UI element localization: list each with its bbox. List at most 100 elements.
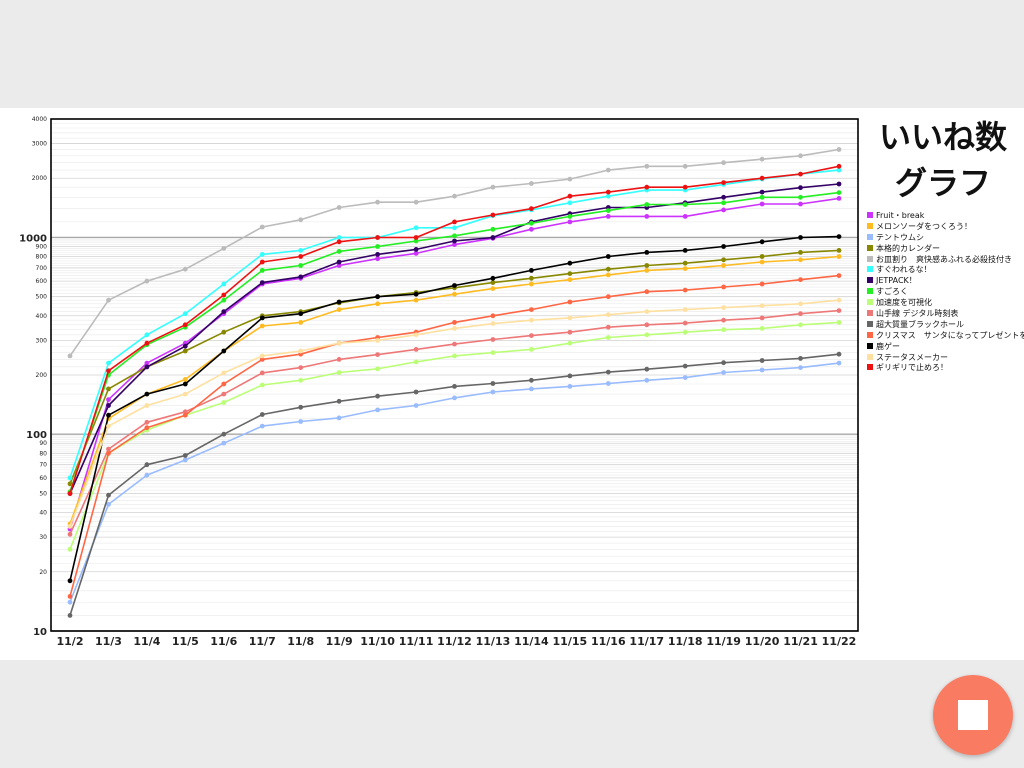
legend-swatch bbox=[867, 255, 873, 262]
data-point bbox=[375, 393, 380, 399]
stop-button[interactable] bbox=[933, 675, 1013, 755]
data-point bbox=[567, 277, 573, 283]
legend-label: 加速度を可視化 bbox=[876, 298, 932, 308]
data-point bbox=[567, 340, 573, 346]
data-point bbox=[490, 389, 496, 395]
data-point bbox=[529, 268, 534, 273]
data-point bbox=[529, 220, 534, 226]
data-point bbox=[106, 360, 111, 366]
data-point bbox=[221, 309, 227, 314]
data-point bbox=[759, 201, 765, 207]
legend-item: 加速度を可視化 bbox=[867, 297, 1024, 308]
data-point bbox=[259, 280, 265, 285]
legend-label: 山手線 デジタル時刻表 bbox=[876, 309, 959, 319]
y-tick-label: 50 bbox=[39, 490, 47, 497]
data-point bbox=[759, 358, 765, 363]
data-point bbox=[375, 407, 380, 413]
legend-label: ギリギリで止めろ！ bbox=[876, 363, 948, 373]
data-point bbox=[798, 171, 803, 177]
data-point bbox=[682, 307, 688, 312]
data-point bbox=[682, 329, 688, 335]
y-tick-label: 70 bbox=[39, 462, 47, 469]
data-point bbox=[798, 235, 803, 240]
data-point bbox=[67, 524, 73, 529]
data-point bbox=[182, 377, 188, 382]
data-point bbox=[490, 235, 496, 240]
legend-swatch bbox=[867, 310, 873, 317]
data-point bbox=[836, 234, 842, 239]
data-point bbox=[529, 347, 534, 352]
data-point bbox=[567, 260, 573, 266]
data-point bbox=[529, 281, 534, 287]
data-point bbox=[413, 359, 419, 365]
data-point bbox=[759, 239, 765, 245]
data-point bbox=[375, 256, 380, 262]
y-tick-label: 20 bbox=[39, 569, 47, 576]
data-point bbox=[452, 193, 457, 199]
data-point bbox=[452, 395, 457, 401]
data-point bbox=[452, 291, 457, 297]
data-point bbox=[259, 224, 265, 230]
data-point bbox=[106, 446, 111, 452]
data-point bbox=[721, 160, 726, 166]
data-point bbox=[375, 294, 380, 300]
data-point bbox=[336, 307, 342, 312]
data-point bbox=[798, 201, 803, 207]
data-point bbox=[452, 225, 457, 231]
data-point bbox=[798, 277, 803, 283]
data-point bbox=[798, 194, 803, 200]
data-point bbox=[144, 419, 150, 425]
legend-item: 超大質量ブラックホール bbox=[867, 319, 1024, 330]
data-point bbox=[106, 450, 111, 456]
legend-swatch bbox=[867, 331, 873, 338]
data-point bbox=[567, 384, 573, 389]
data-point bbox=[259, 412, 265, 417]
series-11 bbox=[67, 351, 842, 618]
data-point bbox=[759, 367, 765, 373]
data-point bbox=[221, 431, 227, 437]
data-point bbox=[644, 184, 650, 190]
data-point bbox=[67, 594, 73, 599]
data-point bbox=[836, 254, 842, 259]
data-point bbox=[106, 403, 111, 408]
data-point bbox=[759, 194, 765, 200]
data-point bbox=[529, 275, 534, 281]
legend-swatch bbox=[867, 222, 873, 229]
data-point bbox=[336, 259, 342, 265]
data-point bbox=[798, 257, 803, 263]
legend-swatch bbox=[867, 244, 873, 251]
y-tick-label: 40 bbox=[39, 510, 47, 517]
data-point bbox=[259, 382, 265, 388]
data-point bbox=[721, 180, 726, 185]
legend-swatch bbox=[867, 266, 873, 273]
legend-label: お皿割り 爽快感あふれる必殺技付き bbox=[876, 254, 1012, 264]
data-point bbox=[221, 281, 227, 287]
data-point bbox=[259, 353, 265, 359]
data-point bbox=[721, 263, 726, 268]
series-3 bbox=[67, 360, 842, 605]
data-point bbox=[721, 360, 726, 366]
legend-item: すごろく bbox=[867, 286, 1024, 297]
stop-icon bbox=[958, 700, 988, 730]
data-point bbox=[413, 225, 419, 231]
data-point bbox=[605, 272, 611, 278]
bottom-bar bbox=[0, 660, 1024, 768]
legend-swatch bbox=[867, 353, 873, 360]
data-point bbox=[375, 366, 380, 372]
data-point bbox=[721, 317, 726, 323]
data-point bbox=[759, 156, 765, 162]
data-point bbox=[182, 391, 188, 397]
data-point bbox=[298, 217, 304, 223]
legend-label: 本格的カレンダー bbox=[876, 243, 940, 253]
legend-swatch bbox=[867, 233, 873, 240]
data-point bbox=[682, 375, 688, 380]
legend-label: クリスマス サンタになってプレゼントをあ bbox=[876, 330, 1024, 340]
data-point bbox=[413, 332, 419, 338]
data-point bbox=[67, 578, 73, 584]
legend-item: テントウムシ bbox=[867, 232, 1024, 243]
data-point bbox=[452, 233, 457, 239]
data-point bbox=[413, 347, 419, 352]
legend-item: メロンソーダをつくろう！ bbox=[867, 221, 1024, 232]
data-point bbox=[721, 327, 726, 333]
data-point bbox=[336, 249, 342, 254]
